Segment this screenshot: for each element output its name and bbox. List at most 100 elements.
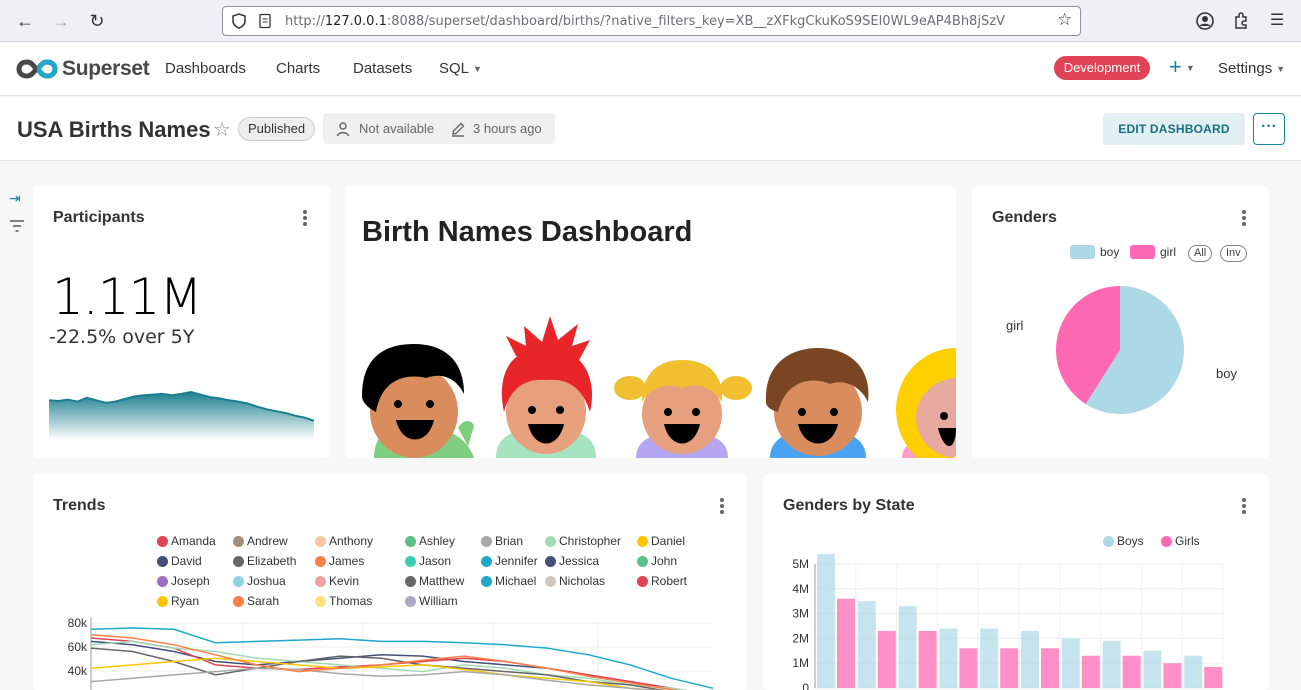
legend-item-nicholas[interactable]: Nicholas	[545, 574, 605, 588]
legend-item-brian[interactable]: Brian	[481, 534, 523, 548]
shield-icon[interactable]	[231, 13, 247, 29]
page-icon	[259, 13, 271, 29]
expand-filters-icon[interactable]: ⇥	[9, 190, 21, 207]
dashboard-title[interactable]: USA Births Names	[17, 117, 211, 143]
menu-sql[interactable]: SQL ▼	[439, 60, 482, 77]
legend-item-ashley[interactable]: Ashley	[405, 534, 455, 548]
legend-item-james[interactable]: James	[315, 554, 364, 568]
edit-dashboard-button[interactable]: EDIT DASHBOARD	[1103, 113, 1245, 145]
bar-boys[interactable]	[1184, 655, 1203, 688]
bar-boys[interactable]	[1102, 640, 1121, 688]
legend-label: Christopher	[559, 534, 622, 548]
legend-item-thomas[interactable]: Thomas	[315, 594, 372, 608]
bar-girls[interactable]	[959, 648, 978, 688]
chart-menu-icon[interactable]	[1242, 498, 1248, 516]
legend-item-joseph[interactable]: Joseph	[157, 574, 210, 588]
menu-icon[interactable]: ☰	[1266, 10, 1288, 32]
legend-item-amanda[interactable]: Amanda	[157, 534, 216, 548]
dashboard-more-button[interactable]: ···	[1253, 113, 1285, 145]
account-icon[interactable]	[1194, 10, 1216, 32]
legend-swatch	[157, 595, 168, 607]
bar-boys[interactable]	[857, 601, 876, 688]
genders-by-state-card: Genders by State Boys Girls 5M 4M 3M 2M 1M 0	[763, 474, 1269, 690]
y-tick-label: 3M	[792, 607, 809, 621]
menu-datasets[interactable]: Datasets	[353, 60, 412, 77]
back-icon[interactable]: ←	[14, 10, 36, 32]
bookmark-star-icon[interactable]: ☆	[1057, 11, 1073, 29]
bar-boys[interactable]	[1061, 638, 1080, 688]
legend-inverse-button[interactable]: Inv	[1220, 245, 1247, 262]
legend-item-ryan[interactable]: Ryan	[157, 594, 199, 608]
legend-swatch	[1130, 245, 1155, 259]
legend-swatch	[233, 575, 244, 587]
legend-item-david[interactable]: David	[157, 554, 202, 568]
bar-boys[interactable]	[1021, 630, 1039, 688]
legend-swatch	[405, 575, 416, 587]
legend-item-christopher[interactable]: Christopher	[545, 534, 621, 548]
reload-icon[interactable]: ↻	[86, 10, 108, 32]
url-bar[interactable]: http://127.0.0.1:8088/superset/dashboard…	[222, 6, 1081, 36]
trends-title: Trends	[53, 497, 106, 514]
bar-girls[interactable]	[1000, 648, 1019, 688]
legend-item-michael[interactable]: Michael	[481, 574, 536, 588]
add-new-button[interactable]: + ▼	[1169, 54, 1195, 80]
bar-girls[interactable]	[1041, 648, 1059, 688]
legend-swatch	[157, 575, 168, 587]
legend-label: William	[419, 594, 458, 608]
legend-label: Jessica	[559, 554, 600, 568]
forward-icon[interactable]: →	[50, 10, 72, 32]
legend-item-andrew[interactable]: Andrew	[233, 534, 288, 548]
chart-menu-icon[interactable]	[1242, 210, 1248, 228]
bar-girls[interactable]	[877, 630, 896, 688]
legend-swatch	[481, 575, 492, 587]
legend-item-john[interactable]: John	[637, 554, 677, 568]
legend-swatch	[233, 555, 244, 567]
legend-item-jennifer[interactable]: Jennifer	[481, 554, 538, 568]
bar-boys[interactable]	[817, 554, 835, 688]
legend-item-joshua[interactable]: Joshua	[233, 574, 286, 588]
legend-label: Brian	[495, 534, 524, 548]
bar-girls[interactable]	[1081, 655, 1100, 688]
filter-icon[interactable]	[10, 220, 24, 232]
trend-line[interactable]	[90, 637, 713, 690]
menu-dashboards[interactable]: Dashboards	[165, 60, 246, 77]
legend-item-william[interactable]: William	[405, 594, 458, 608]
legend-item-kevin[interactable]: Kevin	[315, 574, 359, 588]
legend-item-girl[interactable]: girl	[1130, 245, 1176, 259]
legend-all-button[interactable]: All	[1188, 245, 1213, 262]
published-badge[interactable]: Published	[238, 117, 316, 141]
bar-girls[interactable]	[1163, 663, 1182, 688]
pie-label-boy: boy	[1216, 366, 1237, 381]
bar-girls[interactable]	[918, 630, 937, 688]
bar-girls[interactable]	[1204, 666, 1223, 688]
legend-item-jason[interactable]: Jason	[405, 554, 451, 568]
legend-item-anthony[interactable]: Anthony	[315, 534, 373, 548]
bar-boys[interactable]	[898, 606, 917, 688]
legend-item-robert[interactable]: Robert	[637, 574, 687, 588]
y-tick-label: 5M	[792, 557, 809, 571]
menu-charts[interactable]: Charts	[276, 60, 320, 77]
bar-boys[interactable]	[939, 628, 958, 688]
modified-text: 3 hours ago	[473, 121, 542, 136]
favorite-star-icon[interactable]: ☆	[213, 117, 231, 142]
extensions-icon[interactable]	[1230, 10, 1252, 32]
bar-boys[interactable]	[1143, 650, 1162, 688]
legend-item-elizabeth[interactable]: Elizabeth	[233, 554, 296, 568]
legend-item-boy[interactable]: boy	[1070, 245, 1119, 259]
legend-label: Anthony	[329, 534, 374, 548]
bar-boys[interactable]	[980, 628, 999, 688]
chart-menu-icon[interactable]	[720, 498, 726, 516]
legend-item-boys[interactable]: Boys	[1103, 534, 1144, 548]
trends-line-chart: 80k60k40k20k	[68, 616, 714, 690]
legend-item-sarah[interactable]: Sarah	[233, 594, 279, 608]
legend-item-daniel[interactable]: Daniel	[637, 534, 685, 548]
genders-by-state-title: Genders by State	[783, 497, 915, 514]
chart-menu-icon[interactable]	[303, 210, 309, 228]
legend-item-matthew[interactable]: Matthew	[405, 574, 464, 588]
settings-menu[interactable]: Settings ▼	[1218, 60, 1285, 77]
bar-girls[interactable]	[1122, 655, 1141, 688]
superset-logo[interactable]: Superset	[16, 55, 150, 83]
bar-girls[interactable]	[837, 598, 855, 688]
legend-item-girls[interactable]: Girls	[1161, 534, 1200, 548]
legend-item-jessica[interactable]: Jessica	[545, 554, 599, 568]
